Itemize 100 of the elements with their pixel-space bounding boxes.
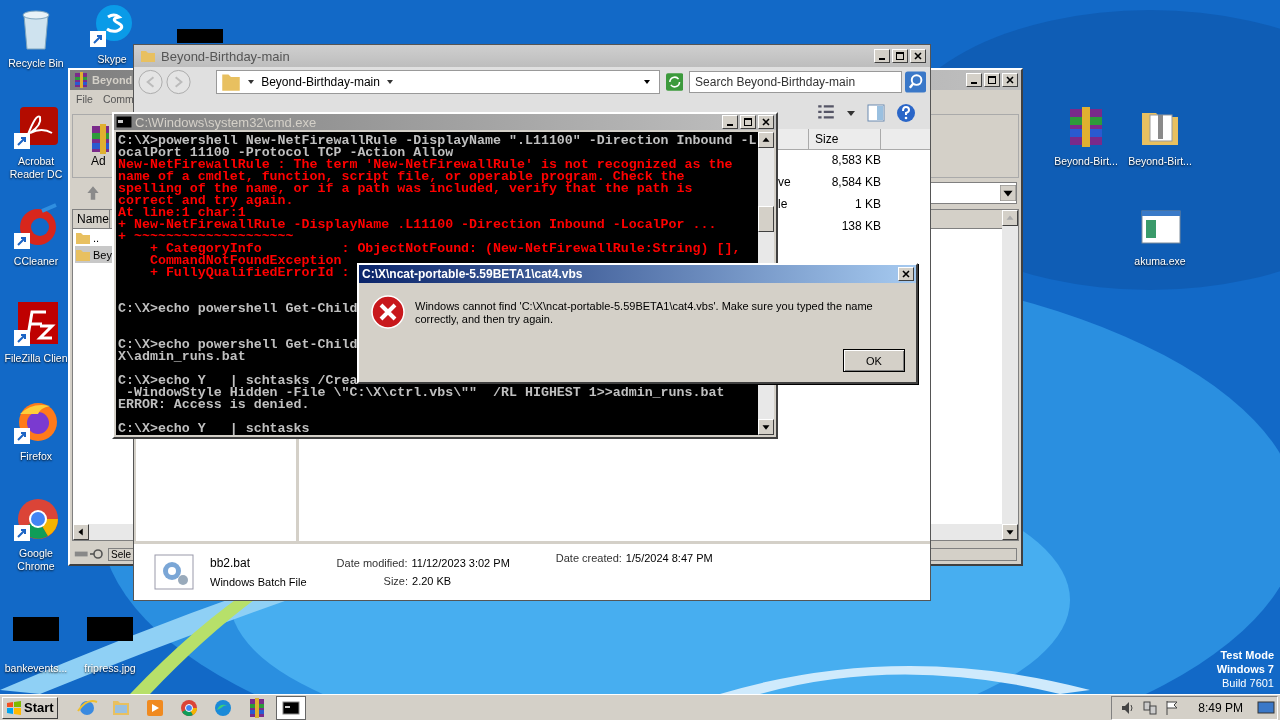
- ok-button[interactable]: OK: [843, 349, 905, 372]
- archive-icon: [73, 72, 89, 88]
- table-cell-text: 8,583 KB: [830, 153, 881, 167]
- close-icon: [901, 269, 911, 279]
- close-button[interactable]: [1002, 73, 1018, 87]
- maximize-icon: [743, 117, 753, 127]
- caret-icon: [247, 78, 256, 86]
- desktop-icon-label[interactable]: Beyond-Birt...: [1054, 155, 1118, 168]
- close-icon: [913, 51, 923, 61]
- console-error-line: At line:1 char:1: [118, 207, 246, 219]
- gear-icon: [154, 554, 194, 590]
- console-line: C:\X>echo powershell Get-Child: [118, 339, 358, 351]
- maximize-icon: [987, 75, 997, 85]
- scroll-up-icon[interactable]: [1002, 210, 1018, 226]
- column-header[interactable]: Size: [809, 129, 881, 150]
- minimize-icon: [879, 58, 885, 60]
- folder-icon: [221, 72, 242, 92]
- terminal-icon: [116, 116, 132, 128]
- folder-icon: [140, 48, 156, 64]
- field-value: 2.20 KB: [412, 575, 452, 587]
- close-button[interactable]: [910, 49, 926, 63]
- window-title: Beyond-Birthday-main: [161, 48, 290, 64]
- path-dropdown[interactable]: [929, 182, 1017, 204]
- desktop-icon-label[interactable]: Skype: [97, 53, 127, 66]
- caret-icon: [1000, 185, 1016, 201]
- close-button[interactable]: [898, 267, 914, 281]
- menu-item[interactable]: File: [76, 93, 93, 109]
- minimize-button[interactable]: [722, 115, 738, 129]
- field-label: Date created:: [555, 552, 622, 564]
- column-header[interactable]: Name: [73, 210, 110, 228]
- file-row[interactable]: ..: [75, 229, 101, 246]
- table-cell-text: 1 KB: [854, 197, 881, 211]
- minimize-button[interactable]: [966, 73, 982, 87]
- scroll-up-icon[interactable]: [758, 132, 774, 148]
- scroll-left-icon[interactable]: [73, 524, 89, 540]
- address-bar[interactable]: Beyond-Birthday-main: [216, 70, 660, 94]
- console-error-line: + FullyQualifiedErrorId :: [148, 267, 350, 279]
- console-error-line: spelling of the name, or if a path was included, verify that the path is: [118, 183, 693, 195]
- search-field[interactable]: Search Beyond-Birthday-main: [689, 71, 902, 93]
- desktop-icon-label[interactable]: Recycle Bin: [8, 57, 64, 70]
- maximize-button[interactable]: [984, 73, 1000, 87]
- ftp-app-icon[interactable]: [12, 300, 60, 348]
- console-error-line: correct and try again.: [118, 195, 294, 207]
- drive-icon[interactable]: [74, 547, 106, 561]
- table-cell-text: 8,584 KB: [830, 175, 881, 189]
- error-icon: [371, 295, 405, 329]
- field-label: Size:: [383, 575, 409, 587]
- window-title: Beyond: [92, 74, 133, 86]
- desktop-icon-label[interactable]: bankevents...: [4, 662, 68, 675]
- menu-item[interactable]: Comm: [102, 93, 134, 109]
- scroll-down-icon[interactable]: [758, 419, 774, 435]
- close-icon: [761, 117, 771, 127]
- system-notice-text: Build 7601: [1222, 676, 1274, 690]
- start-button[interactable]: Start: [2, 696, 58, 719]
- console-error-line: + New-NetFirewallRule -DisplayName .L11100 -Direction Inbound -LocalPor ...: [118, 219, 717, 231]
- window-title: C:\X\ncat-portable-5.59BETA1\cat4.vbs: [362, 267, 583, 281]
- scrollbar-thumb[interactable]: [758, 206, 774, 232]
- maximize-button[interactable]: [892, 49, 908, 63]
- clock[interactable]: 8:49 PM: [1198, 700, 1243, 715]
- file-type: Windows Batch File: [210, 576, 307, 588]
- console-error-line: + ~~~~~~~~~~~~~~~~~~~~: [118, 231, 294, 243]
- file-row[interactable]: Bey: [75, 246, 113, 263]
- desktop-icon-label[interactable]: Google Chrome: [1, 547, 71, 573]
- windows-logo-icon: [6, 699, 22, 716]
- desktop-icon-label[interactable]: akuma.exe: [1134, 255, 1186, 268]
- console-line: C:\X>powershell New-NetFirewallRule -DisplayName ".L11100" -Direction Inbound -L: [118, 135, 757, 147]
- caret-icon: [385, 78, 394, 86]
- help-icon[interactable]: [896, 103, 916, 123]
- minimize-button[interactable]: [874, 49, 890, 63]
- desktop-icon-label[interactable]: Firefox: [19, 450, 53, 463]
- console-error-line: CommandNotFoundException: [148, 255, 342, 267]
- close-icon: [1005, 75, 1015, 85]
- error-message: Windows cannot find 'C:\X\ncat-portable-5.59BETA1\cat4.vbs'. Make sure you typed the name correctly, and then try again.: [415, 299, 874, 326]
- system-notice-text: Test Mode: [1220, 648, 1274, 662]
- network-icon[interactable]: [1142, 699, 1159, 716]
- scroll-down-icon[interactable]: [1002, 524, 1018, 540]
- desktop-icon-label[interactable]: CCleaner: [13, 255, 59, 268]
- console-line: C:\X>echo Y | schtasks /Crea: [118, 375, 358, 387]
- field-value: 1/5/2024 8:47 PM: [625, 552, 713, 564]
- caret-icon: [642, 78, 651, 86]
- search-icon[interactable]: [904, 71, 926, 93]
- desktop-icon-label[interactable]: fripress.jpg: [84, 662, 136, 675]
- console-error-line: + CategoryInfo : ObjectNotFound: (New-NetFirewallRule:String) [],: [148, 243, 741, 255]
- terminal-icon[interactable]: [275, 695, 306, 720]
- caret-icon[interactable]: [846, 108, 856, 118]
- console-line: -WindowStyle Hidden -File \"C:\X\ctrl.vbs\"" /RL HIGHEST 1>>admin_runs.bat: [125, 387, 725, 399]
- maximize-button[interactable]: [740, 115, 756, 129]
- console-error-line: New-NetFirewallRule : The term 'New-NetFirewallRule' is not recognized as the: [118, 159, 733, 171]
- refresh-icon[interactable]: [665, 73, 684, 91]
- desktop-icon-label[interactable]: FileZilla Clien: [4, 352, 68, 365]
- close-button[interactable]: [758, 115, 774, 129]
- console-line: X\admin_runs.bat: [118, 351, 246, 363]
- system-notice-text: Windows 7: [1216, 662, 1274, 676]
- brush-icon[interactable]: [12, 203, 60, 251]
- table-cell-text: ve: [778, 175, 792, 189]
- toolbar-button[interactable]: Ad: [91, 124, 109, 168]
- show-desktop-icon[interactable]: [1257, 699, 1275, 716]
- minimize-icon: [971, 82, 977, 84]
- desktop-icon-label[interactable]: Acrobat Reader DC: [1, 155, 71, 181]
- desktop-icon-label[interactable]: Beyond-Birt...: [1128, 155, 1192, 168]
